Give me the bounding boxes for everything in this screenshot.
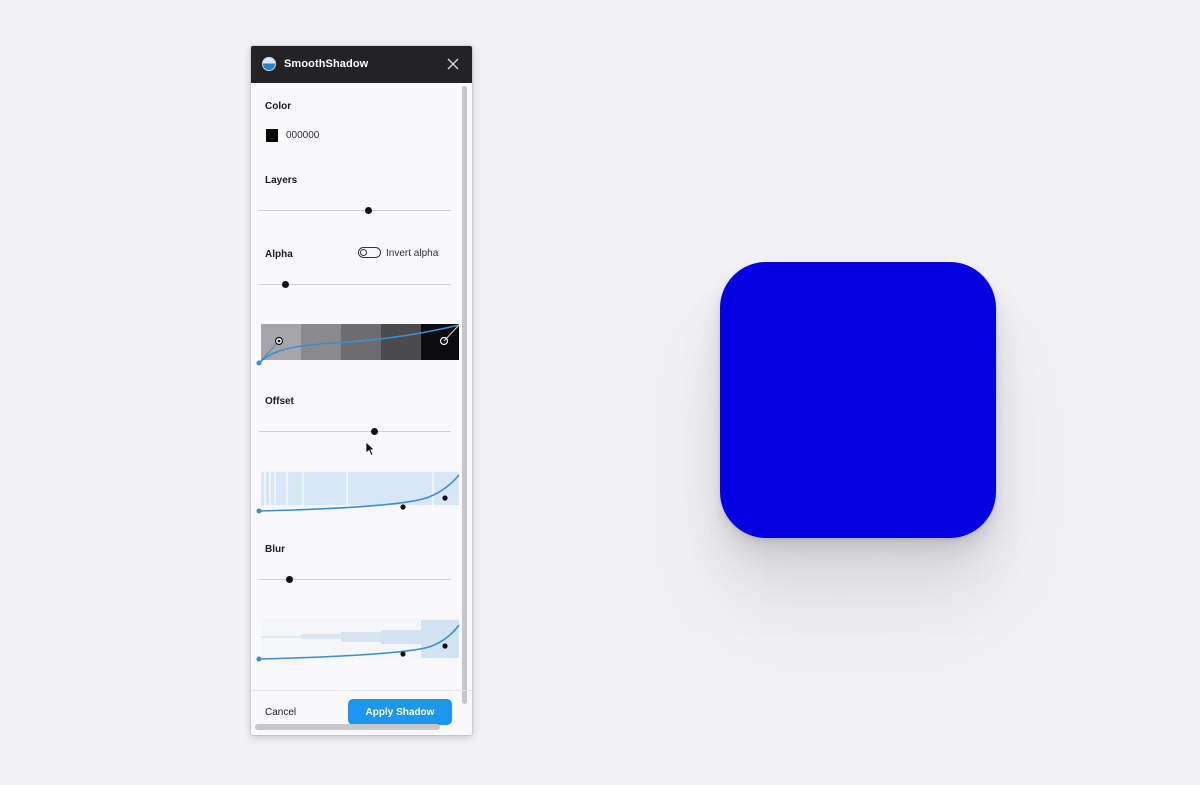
invert-alpha-label: Invert alpha bbox=[386, 248, 439, 259]
smoothshadow-panel: SmoothShadow Color 000000 Layers Alpha I… bbox=[251, 46, 472, 735]
color-label: Color bbox=[265, 101, 292, 112]
mouse-cursor-icon bbox=[365, 441, 376, 462]
blur-slider-track[interactable] bbox=[259, 576, 451, 583]
layers-label: Layers bbox=[265, 175, 298, 186]
preview-shape[interactable] bbox=[720, 262, 996, 538]
smoothshadow-logo-icon bbox=[262, 57, 276, 71]
cancel-button[interactable]: Cancel bbox=[265, 700, 317, 726]
apply-shadow-button[interactable]: Apply Shadow bbox=[348, 699, 452, 725]
toggle-knob bbox=[360, 249, 367, 256]
vertical-scrollbar[interactable] bbox=[462, 86, 467, 704]
layers-slider-thumb[interactable] bbox=[364, 207, 372, 214]
color-swatch[interactable] bbox=[266, 129, 278, 142]
offset-slider-thumb[interactable] bbox=[370, 428, 378, 435]
panel-titlebar: SmoothShadow bbox=[251, 46, 472, 83]
alpha-slider-track[interactable] bbox=[259, 281, 451, 288]
alpha-slider-thumb[interactable] bbox=[282, 281, 290, 288]
blur-label: Blur bbox=[265, 544, 285, 555]
layers-slider-track[interactable] bbox=[259, 207, 451, 214]
invert-alpha-toggle[interactable] bbox=[358, 247, 381, 258]
alpha-curve-graph[interactable] bbox=[256, 323, 460, 368]
offset-label: Offset bbox=[265, 396, 294, 407]
close-icon[interactable] bbox=[446, 57, 460, 71]
color-hex-value[interactable]: 000000 bbox=[286, 130, 319, 141]
panel-title: SmoothShadow bbox=[284, 58, 369, 70]
horizontal-scrollbar[interactable] bbox=[255, 724, 440, 730]
offset-slider-track[interactable] bbox=[259, 428, 451, 435]
blur-slider-thumb[interactable] bbox=[286, 576, 294, 583]
footer-divider bbox=[251, 690, 472, 691]
offset-curve-graph[interactable] bbox=[256, 469, 460, 514]
alpha-label: Alpha bbox=[265, 249, 293, 260]
blur-curve-graph[interactable] bbox=[256, 617, 460, 662]
